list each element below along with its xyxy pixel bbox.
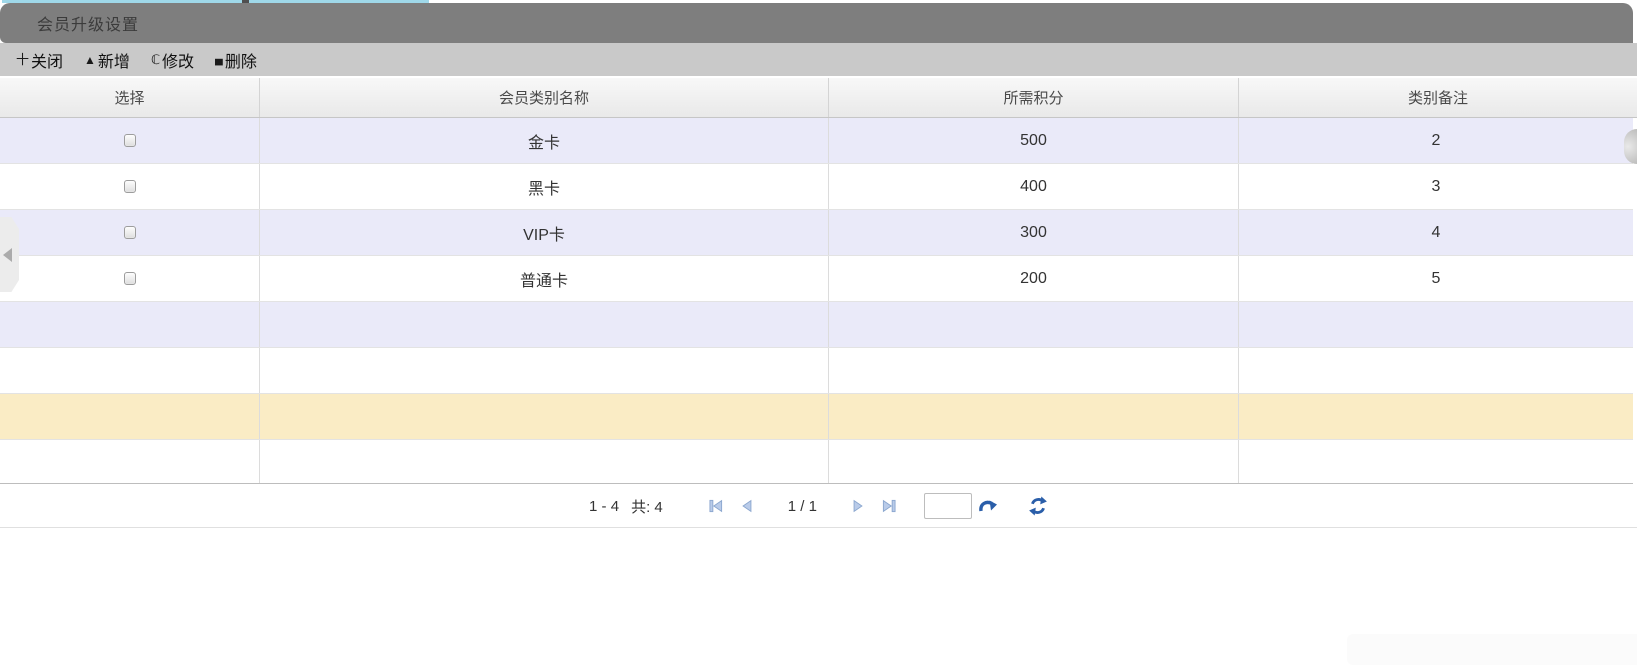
- delete-button[interactable]: ▄ 删除: [215, 48, 257, 72]
- delete-icon: ▄: [215, 53, 223, 65]
- panel-titlebar: 会员升级设置: [0, 3, 1633, 43]
- member-type-cell: 黑卡: [260, 164, 829, 209]
- points-cell: 200: [829, 256, 1239, 301]
- select-cell: [0, 164, 260, 209]
- select-cell: [0, 210, 260, 255]
- member-type-cell: 普通卡: [260, 256, 829, 301]
- close-icon: 十: [16, 52, 30, 67]
- prev-page-icon[interactable]: [738, 497, 756, 515]
- bottom-right-overlay: [1347, 634, 1637, 665]
- points-cell: 500: [829, 118, 1239, 163]
- empty-table-row: [0, 348, 1633, 394]
- table-row[interactable]: 金卡 500 2: [0, 118, 1633, 164]
- empty-table-row: [0, 302, 1633, 348]
- column-header-note[interactable]: 类别备注: [1239, 78, 1637, 117]
- record-range-label: 1 - 4: [589, 497, 620, 515]
- table-header-row: 选择 会员类别名称 所需积分 类别备注: [0, 78, 1637, 118]
- last-page-icon[interactable]: [880, 497, 898, 515]
- refresh-icon[interactable]: [1028, 496, 1048, 516]
- empty-table-row: [0, 440, 1633, 484]
- empty-table-row-highlighted: [0, 394, 1633, 440]
- note-cell: 5: [1431, 269, 1441, 287]
- add-icon: ▲: [84, 52, 96, 67]
- close-button-label: 关闭: [31, 53, 64, 71]
- next-page-icon[interactable]: [849, 497, 867, 515]
- points-cell: 400: [829, 164, 1239, 209]
- table-row[interactable]: 普通卡 200 5: [0, 256, 1633, 302]
- close-button[interactable]: 十 关闭: [16, 48, 63, 72]
- pager-bar: 1 - 4 共: 4 1 / 1: [0, 485, 1637, 528]
- column-header-points[interactable]: 所需积分: [829, 78, 1239, 117]
- add-button-label: 新增: [97, 53, 130, 71]
- table-body: 金卡 500 2 黑卡 400 3 VIP卡 300 4 普通卡 200 5: [0, 118, 1633, 484]
- row-checkbox[interactable]: [123, 226, 136, 239]
- toolbar: 十 关闭 ▲ 新增 ℂ 修改 ▄ 删除: [0, 43, 1637, 76]
- record-total-label: 共: 4: [631, 498, 663, 516]
- edit-icon: ℂ: [150, 52, 161, 67]
- select-cell: [0, 256, 260, 301]
- first-page-icon[interactable]: [707, 497, 725, 515]
- table-row[interactable]: VIP卡 300 4: [0, 210, 1633, 256]
- page-title: 会员升级设置: [37, 17, 140, 34]
- row-checkbox[interactable]: [123, 180, 136, 193]
- note-cell: 3: [1431, 177, 1441, 195]
- column-header-member-type[interactable]: 会员类别名称: [260, 78, 829, 117]
- select-cell: [0, 118, 260, 163]
- table-row[interactable]: 黑卡 400 3: [0, 164, 1633, 210]
- edit-button-label: 修改: [162, 53, 195, 71]
- page-number-input[interactable]: [923, 493, 972, 519]
- edit-button[interactable]: ℂ 修改: [151, 48, 194, 72]
- page-indicator: 1 / 1: [787, 497, 817, 515]
- row-checkbox[interactable]: [123, 272, 136, 285]
- points-cell: 300: [829, 210, 1239, 255]
- member-type-cell: VIP卡: [260, 210, 829, 255]
- collapse-left-arrow-icon: [3, 247, 12, 262]
- right-scroll-handle[interactable]: [1624, 129, 1637, 164]
- note-cell: 2: [1431, 131, 1441, 149]
- note-cell: 4: [1431, 223, 1441, 241]
- go-to-page-icon[interactable]: [978, 496, 1000, 516]
- column-header-select[interactable]: 选择: [0, 78, 260, 117]
- delete-button-label: 删除: [224, 53, 257, 71]
- row-checkbox[interactable]: [123, 134, 136, 147]
- collapse-panel-handle[interactable]: [0, 217, 19, 292]
- add-button[interactable]: ▲ 新增: [84, 48, 130, 72]
- member-type-cell: 金卡: [260, 118, 829, 163]
